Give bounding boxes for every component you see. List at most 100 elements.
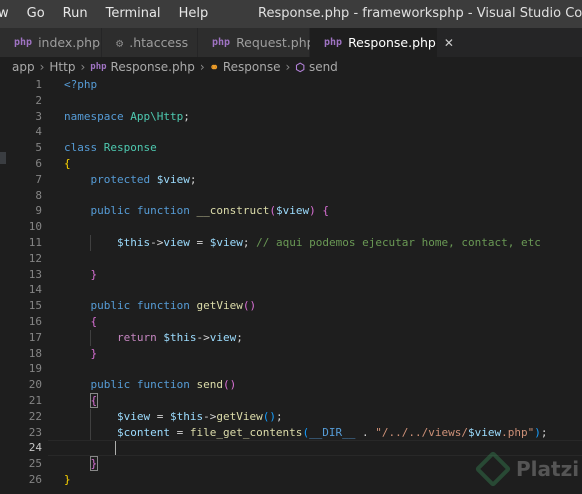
code-line[interactable]: 8 — [0, 188, 582, 204]
chevron-right-icon: › — [39, 60, 45, 74]
code-text: public function send() — [90, 378, 237, 392]
code-text: class Response — [64, 141, 157, 155]
line-number: 16 — [28, 315, 42, 328]
close-icon[interactable]: ✕ — [444, 36, 454, 50]
line-number: 6 — [35, 157, 42, 170]
code-text: <?php — [64, 78, 98, 91]
breadcrumb-class[interactable]: Response — [223, 60, 281, 74]
menu-item-terminal[interactable]: Terminal — [97, 0, 170, 28]
line-number: 2 — [35, 93, 42, 107]
platzi-watermark: Platzi — [474, 450, 580, 488]
code-line[interactable]: 1 <?php — [0, 77, 582, 93]
line-number: 5 — [35, 141, 42, 155]
line-number: 3 — [35, 109, 42, 123]
code-line[interactable]: 16 { — [0, 314, 582, 330]
breadcrumb: app › Http › php Response.php › ⚭ Respon… — [0, 57, 582, 77]
line-number: 19 — [28, 362, 42, 376]
code-text: $content = file_get_contents(__DIR__ . "… — [116, 425, 548, 439]
line-number: 7 — [35, 172, 42, 186]
code-editor[interactable]: 1 <?php 2 3 namespace App\Http; 4 5 class Respo… — [0, 77, 582, 494]
tab-response-php[interactable]: php Response.php ✕ — [310, 28, 454, 57]
code-line[interactable]: 23 $content = file_get_contents(__DIR__ … — [0, 424, 582, 441]
line-number: 10 — [28, 220, 42, 234]
class-symbol-icon: ⚭ — [209, 60, 219, 74]
line-number: 25 — [28, 457, 42, 471]
gear-icon: ⚙ — [116, 35, 124, 50]
code-line[interactable]: 17 return $this->view; — [0, 329, 582, 346]
breadcrumb-http[interactable]: Http — [49, 60, 75, 74]
line-number: 20 — [28, 378, 42, 392]
method-symbol-icon: ⬡ — [295, 60, 305, 74]
code-text: namespace App\Http; — [64, 109, 190, 123]
code-line[interactable]: 5 class Response — [0, 140, 582, 156]
code-line[interactable]: 10 — [0, 219, 582, 235]
line-number: 13 — [28, 267, 42, 281]
code-line[interactable]: 11 $this->view = $view; // aqui podemos … — [0, 235, 582, 251]
code-text: public function __construct($view) { — [90, 204, 329, 218]
php-file-icon: php — [90, 62, 107, 72]
code-text: { — [90, 315, 98, 328]
code-line[interactable]: 19 — [0, 361, 582, 377]
title-bar: w Go Run Terminal Help Response.php - fr… — [0, 0, 582, 28]
menu-item-window[interactable]: w — [0, 0, 18, 28]
line-number: 9 — [35, 204, 42, 218]
tab-htaccess[interactable]: ⚙ .htaccess — [102, 28, 198, 57]
code-line[interactable]: 7 protected $view; — [0, 172, 582, 188]
php-file-icon: php — [324, 37, 343, 48]
code-line[interactable]: 12 — [0, 251, 582, 267]
chevron-right-icon: › — [80, 60, 86, 74]
code-text: } — [89, 456, 99, 472]
code-text: public function getView() — [90, 299, 257, 313]
line-number: 18 — [28, 346, 42, 360]
menu-item-run[interactable]: Run — [54, 0, 97, 28]
code-line[interactable]: 9 public function __construct($view) { — [0, 203, 582, 219]
code-line[interactable]: 20 public function send() — [0, 377, 582, 393]
code-text: $this->view = $view; // aqui podemos eje… — [116, 236, 541, 249]
line-number: 4 — [35, 125, 42, 139]
line-number: 24 — [28, 441, 42, 455]
code-line[interactable]: 13 } — [0, 267, 582, 283]
menu-item-go[interactable]: Go — [18, 0, 54, 28]
menu-item-help[interactable]: Help — [170, 0, 218, 28]
code-line[interactable]: 15 public function getView() — [0, 298, 582, 314]
tab-label: .htaccess — [129, 35, 189, 50]
tab-label: Request.php — [236, 35, 315, 50]
code-line[interactable]: 2 — [0, 93, 582, 109]
code-line[interactable]: 3 namespace App\Http; — [0, 109, 582, 125]
chevron-right-icon: › — [285, 60, 291, 74]
editor-tab-bar: php index.php ⚙ .htaccess php Request.ph… — [0, 28, 582, 57]
code-text: protected $view; — [90, 172, 197, 186]
line-number: 8 — [35, 188, 42, 202]
line-number: 14 — [28, 283, 42, 297]
line-number: 15 — [28, 299, 42, 313]
php-file-icon: php — [212, 37, 231, 48]
code-line[interactable]: 21 { — [0, 393, 582, 409]
platzi-logo-icon — [474, 450, 512, 488]
breadcrumb-app[interactable]: app — [12, 60, 35, 74]
code-text: return $this->view; — [116, 330, 243, 344]
tab-index-php[interactable]: php index.php — [0, 28, 102, 57]
code-line[interactable]: 18 } — [0, 346, 582, 362]
window-title: Response.php - frameworksphp - Visual St… — [258, 6, 582, 21]
line-number: 22 — [28, 409, 42, 423]
code-text: } — [64, 473, 71, 486]
breadcrumb-method[interactable]: send — [309, 60, 338, 74]
tab-request-php[interactable]: php Request.php — [198, 28, 315, 57]
code-text: { — [64, 157, 71, 170]
line-number: 1 — [35, 78, 42, 91]
tab-label: Response.php — [348, 35, 436, 50]
current-line-highlight — [48, 440, 582, 457]
watermark-text: Platzi — [516, 457, 580, 481]
chevron-right-icon: › — [199, 60, 205, 74]
breadcrumb-file[interactable]: Response.php — [111, 60, 195, 74]
code-line[interactable]: 6{ — [0, 156, 582, 172]
code-text: } — [90, 267, 98, 281]
code-text: $view = $this->getView(); — [116, 409, 283, 423]
line-number: 21 — [28, 394, 42, 407]
php-file-icon: php — [14, 37, 33, 48]
code-line[interactable]: 4 — [0, 124, 582, 140]
code-line[interactable]: 22 $view = $this->getView(); — [0, 408, 582, 425]
line-number: 17 — [28, 330, 42, 344]
code-line[interactable]: 14 — [0, 282, 582, 298]
line-number: 12 — [28, 251, 42, 265]
